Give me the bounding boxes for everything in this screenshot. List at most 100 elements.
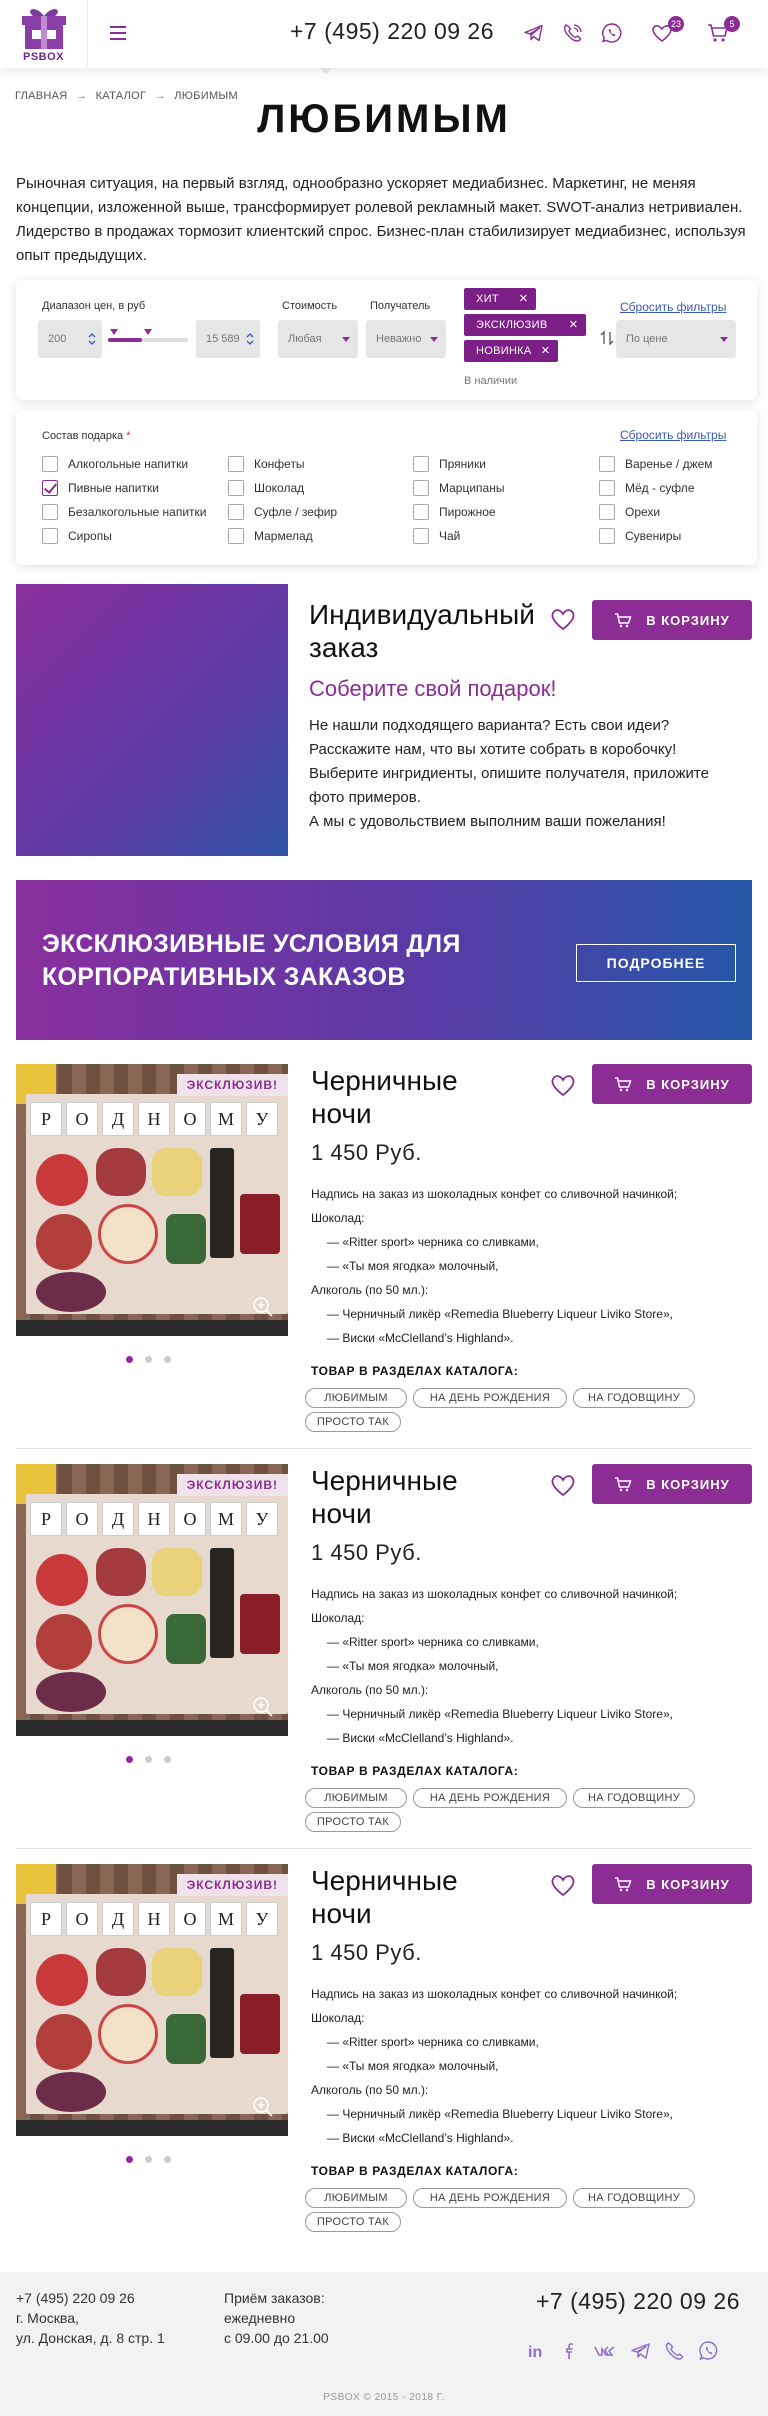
add-to-cart-button[interactable]: В КОРЗИНУ	[592, 1464, 752, 1504]
sort-select[interactable]: По цене	[616, 320, 736, 358]
facebook-icon[interactable]	[560, 2340, 582, 2362]
cost-select[interactable]: Любая	[278, 320, 358, 358]
price-handle-min[interactable]	[110, 329, 118, 335]
filter-tag-new[interactable]: НОВИНКА ×	[464, 340, 558, 362]
checkbox[interactable]	[599, 504, 615, 520]
checkbox[interactable]	[413, 504, 429, 520]
custom-order-cart-button[interactable]: В КОРЗИНУ	[592, 600, 752, 640]
close-icon[interactable]: ×	[541, 342, 550, 359]
stepper-arrows-icon[interactable]	[246, 332, 254, 346]
catalog-tag-pill[interactable]: НА ДЕНЬ РОЖДЕНИЯ	[413, 2188, 567, 2208]
carousel-dot[interactable]	[145, 1356, 152, 1363]
composition-checkbox-item[interactable]: Варенье / джем	[599, 456, 713, 472]
checkbox[interactable]	[42, 528, 58, 544]
product-name[interactable]: Черничные ночи	[311, 1864, 511, 1930]
composition-checkbox-item[interactable]: Конфеты	[228, 456, 305, 472]
checkbox[interactable]	[599, 480, 615, 496]
catalog-tag-pill[interactable]: НА ДЕНЬ РОЖДЕНИЯ	[413, 1388, 567, 1408]
checkbox[interactable]	[228, 528, 244, 544]
catalog-tag-pill[interactable]: ПРОСТО ТАК	[305, 2212, 401, 2232]
recipient-select[interactable]: Неважно	[366, 320, 446, 358]
composition-checkbox-item[interactable]: Пряники	[413, 456, 486, 472]
checkbox[interactable]	[413, 528, 429, 544]
composition-checkbox-item[interactable]: Безалкогольные напитки	[42, 504, 207, 520]
close-icon[interactable]: ×	[569, 316, 578, 333]
zoom-icon[interactable]	[252, 1296, 274, 1318]
composition-checkbox-item[interactable]: Суфле / зефир	[228, 504, 337, 520]
carousel-dot[interactable]	[126, 1756, 133, 1763]
footer-phone-small[interactable]: +7 (495) 220 09 26	[16, 2288, 165, 2308]
favorite-heart-icon[interactable]	[549, 1072, 577, 1098]
filter-tag-exclusive[interactable]: ЭКСКЛЮЗИВ ×	[464, 314, 586, 336]
price-min-input[interactable]: 200	[38, 320, 102, 358]
in-stock-label[interactable]: В наличии	[464, 375, 517, 387]
logo[interactable]: PSBOX	[0, 0, 88, 68]
zoom-icon[interactable]	[252, 1696, 274, 1718]
checkbox[interactable]	[42, 456, 58, 472]
price-handle-max[interactable]	[143, 329, 152, 335]
viber-icon[interactable]	[664, 2340, 686, 2362]
catalog-tag-pill[interactable]: НА ГОДОВЩИНУ	[573, 2188, 695, 2208]
carousel-dot[interactable]	[145, 1756, 152, 1763]
carousel-dot[interactable]	[164, 1356, 171, 1363]
header-phone[interactable]: +7 (495) 220 09 26	[290, 18, 494, 45]
checkbox[interactable]	[228, 456, 244, 472]
whatsapp-icon[interactable]	[600, 21, 624, 45]
composition-checkbox-item[interactable]: Мармелад	[228, 528, 313, 544]
catalog-tag-pill[interactable]: ПРОСТО ТАК	[305, 1812, 401, 1832]
catalog-tag-pill[interactable]: ЛЮБИМЫМ	[305, 1388, 407, 1408]
product-image[interactable]: Р О Д Н О М У ЭКСКЛЮЗИВ!	[16, 1464, 288, 1736]
close-icon[interactable]: ×	[519, 290, 528, 307]
vk-icon[interactable]	[594, 2340, 616, 2362]
add-to-cart-button[interactable]: В КОРЗИНУ	[592, 1064, 752, 1104]
filter-tag-hit[interactable]: ХИТ ×	[464, 288, 536, 310]
checkbox[interactable]	[42, 504, 58, 520]
favorite-heart-icon[interactable]	[549, 1872, 577, 1898]
composition-checkbox-item[interactable]: Орехи	[599, 504, 660, 520]
catalog-tag-pill[interactable]: ЛЮБИМЫМ	[305, 1788, 407, 1808]
price-max-input[interactable]: 15 589	[196, 320, 260, 358]
sort-arrows-icon[interactable]	[600, 330, 614, 346]
zoom-icon[interactable]	[252, 2096, 274, 2118]
viber-icon[interactable]	[561, 21, 585, 45]
stepper-arrows-icon[interactable]	[88, 332, 96, 346]
catalog-tag-pill[interactable]: ПРОСТО ТАК	[305, 1412, 401, 1432]
product-name[interactable]: Черничные ночи	[311, 1064, 511, 1130]
telegram-icon[interactable]	[522, 21, 546, 45]
composition-checkbox-item[interactable]: Шоколад	[228, 480, 304, 496]
whatsapp-icon[interactable]	[698, 2340, 720, 2362]
composition-checkbox-item[interactable]: Пивные напитки	[42, 480, 159, 496]
checkbox[interactable]	[228, 504, 244, 520]
composition-checkbox-item[interactable]: Сиропы	[42, 528, 112, 544]
catalog-tag-pill[interactable]: НА ГОДОВЩИНУ	[573, 1788, 695, 1808]
catalog-tag-pill[interactable]: НА ГОДОВЩИНУ	[573, 1388, 695, 1408]
checkbox[interactable]	[413, 456, 429, 472]
checkbox[interactable]	[599, 528, 615, 544]
checkbox[interactable]	[42, 480, 58, 496]
checkbox[interactable]	[413, 480, 429, 496]
reset-filters-link[interactable]: Сбросить фильтры	[620, 300, 726, 314]
price-range-slider[interactable]	[108, 329, 188, 342]
composition-checkbox-item[interactable]: Сувениры	[599, 528, 681, 544]
promo-more-button[interactable]: ПОДРОБНЕЕ	[576, 944, 736, 982]
favorite-heart-icon[interactable]	[549, 606, 577, 632]
product-image[interactable]: Р О Д Н О М У ЭКСКЛЮЗИВ!	[16, 1864, 288, 2136]
product-name[interactable]: Черничные ночи	[311, 1464, 511, 1530]
reset-composition-link[interactable]: Сбросить фильтры	[620, 428, 726, 442]
carousel-dot[interactable]	[126, 1356, 133, 1363]
add-to-cart-button[interactable]: В КОРЗИНУ	[592, 1864, 752, 1904]
telegram-icon[interactable]	[630, 2340, 652, 2362]
checkbox[interactable]	[599, 456, 615, 472]
product-image[interactable]: Р О Д Н О М У ЭКСКЛЮЗИВ!	[16, 1064, 288, 1336]
hamburger-menu-icon[interactable]	[108, 20, 130, 46]
composition-checkbox-item[interactable]: Мёд - суфле	[599, 480, 695, 496]
catalog-tag-pill[interactable]: НА ДЕНЬ РОЖДЕНИЯ	[413, 1788, 567, 1808]
carousel-dot[interactable]	[126, 2156, 133, 2163]
composition-checkbox-item[interactable]: Чай	[413, 528, 460, 544]
carousel-dot[interactable]	[164, 1756, 171, 1763]
carousel-dot[interactable]	[145, 2156, 152, 2163]
checkbox[interactable]	[228, 480, 244, 496]
composition-checkbox-item[interactable]: Пирожное	[413, 504, 496, 520]
catalog-tag-pill[interactable]: ЛЮБИМЫМ	[305, 2188, 407, 2208]
favorite-heart-icon[interactable]	[549, 1472, 577, 1498]
